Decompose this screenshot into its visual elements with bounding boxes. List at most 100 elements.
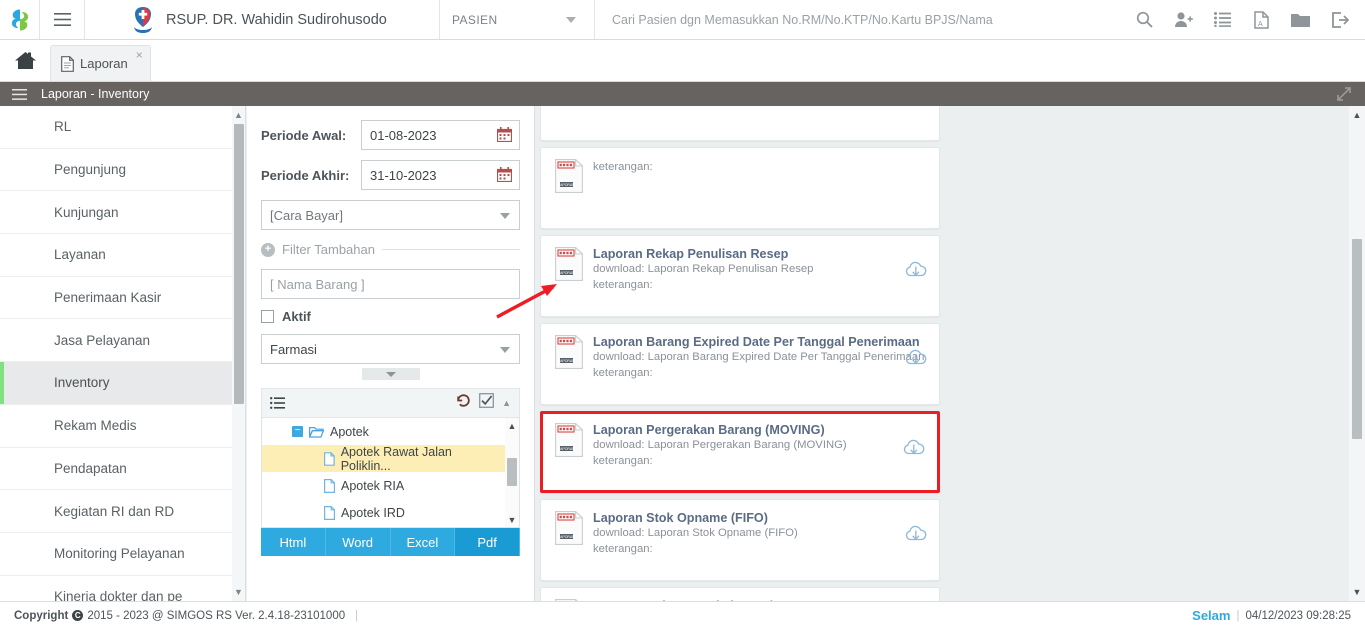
global-search-field[interactable]: Cari Pasien dgn Memasukkan No.RM/No.KTP/… xyxy=(595,0,1125,39)
collapse-filter-toggle[interactable] xyxy=(361,368,420,380)
tree-collapse-icon[interactable]: − xyxy=(292,426,303,437)
download-icon[interactable] xyxy=(905,524,927,549)
aktif-checkbox[interactable] xyxy=(261,310,274,323)
copyright-text: 2015 - 2023 @ SIMGOS RS Ver. 2.4.18-2310… xyxy=(87,609,346,622)
export-button-html[interactable]: Html xyxy=(261,528,326,556)
report-list-scrollbar[interactable]: ▲ ▼ xyxy=(1349,106,1365,601)
periode-akhir-input[interactable]: 31-10-2023 xyxy=(361,160,520,190)
nama-barang-placeholder: [ Nama Barang ] xyxy=(270,276,365,292)
unit-select[interactable]: Farmasi xyxy=(261,334,520,364)
scroll-up-icon[interactable]: ▲ xyxy=(1349,110,1365,120)
report-title: Laporan Rekap Penulisan Resep xyxy=(593,247,789,261)
expand-icon[interactable] xyxy=(1337,87,1351,106)
report-card[interactable]: LAPORANketerangan: xyxy=(540,106,940,141)
report-card[interactable]: LAPORANketerangan: xyxy=(540,147,940,229)
svg-text:LAPORAN: LAPORAN xyxy=(558,535,575,539)
app-logo[interactable] xyxy=(0,0,40,39)
tab-laporan[interactable]: Laporan × xyxy=(50,45,151,81)
folder-icon[interactable] xyxy=(1281,0,1320,40)
scroll-down-icon[interactable]: ▼ xyxy=(232,587,245,597)
aktif-checkbox-row[interactable]: Aktif xyxy=(261,309,520,324)
report-keterangan-label: keterangan: xyxy=(593,543,653,555)
sidebar-toggle-button[interactable] xyxy=(40,0,85,39)
sidebar-menu: RL Pengunjung Kunjungan Layanan Penerimaan K… xyxy=(0,106,232,601)
calendar-icon[interactable] xyxy=(496,167,513,185)
top-navigation-bar: RSUP. DR. Wahidin Sudirohusodo PASIEN Ca… xyxy=(0,0,1365,40)
tab-home[interactable] xyxy=(0,39,50,81)
report-title: Laporan Stok Opname (FIFO) xyxy=(593,511,768,525)
search-scope-label: PASIEN xyxy=(452,12,498,27)
user-greeting[interactable]: Selam xyxy=(1192,608,1230,623)
report-card[interactable]: LAPORAN Laporan Barang Expired Date Per T… xyxy=(540,323,940,405)
report-card[interactable]: LAPORANLaporan Rekap Koreksi Per Alasand… xyxy=(540,587,940,601)
copyright-block: Copyright C 2015 - 2023 @ SIMGOS RS Ver.… xyxy=(14,610,364,622)
cara-bayar-value: [Cara Bayar] xyxy=(270,207,343,223)
periode-akhir-value: 31-10-2023 xyxy=(370,167,437,183)
refresh-icon[interactable] xyxy=(456,393,471,413)
sidebar-item-pengunjung[interactable]: Pengunjung xyxy=(0,149,232,192)
periode-awal-input[interactable]: 01-08-2023 xyxy=(361,120,520,150)
filter-tambahan-header[interactable]: + Filter Tambahan xyxy=(261,242,520,257)
sidebar-item-label: Pengunjung xyxy=(54,162,127,178)
sidebar-item-jasa-pelayanan[interactable]: Jasa Pelayanan xyxy=(0,319,232,363)
tree-list-icon[interactable] xyxy=(270,396,285,410)
scroll-down-icon[interactable]: ▼ xyxy=(505,515,519,525)
export-button-excel[interactable]: Excel xyxy=(390,528,456,556)
scroll-down-icon[interactable]: ▼ xyxy=(1349,587,1365,597)
search-icon[interactable] xyxy=(1125,0,1164,40)
tab-strip: Laporan × xyxy=(0,40,1365,82)
cara-bayar-select[interactable]: [Cara Bayar] xyxy=(261,200,520,230)
sidebar-item-layanan[interactable]: Layanan xyxy=(0,234,232,277)
report-scroll-thumb[interactable] xyxy=(1352,239,1362,439)
sidebar-item-penerimaan-kasir[interactable]: Penerimaan Kasir xyxy=(0,277,232,320)
tree-node[interactable]: − Apotek xyxy=(262,418,519,445)
pdf-file-icon[interactable]: A xyxy=(1242,0,1281,40)
select-all-icon[interactable] xyxy=(479,393,495,413)
export-button-pdf[interactable]: Pdf xyxy=(455,528,520,556)
sidebar-item-rekam-medis[interactable]: Rekam Medis xyxy=(0,405,232,448)
sidebar-scroll-thumb[interactable] xyxy=(234,124,244,404)
scroll-up-icon[interactable]: ▲ xyxy=(505,421,519,431)
sidebar-item-kegiatan-ri-dan-rd[interactable]: Kegiatan RI dan RD xyxy=(0,490,232,533)
periode-akhir-row: Periode Akhir: 31-10-2023 xyxy=(261,160,520,190)
tree-node[interactable]: Apotek Rawat Jalan Poliklin... xyxy=(262,445,519,473)
report-card-highlighted[interactable]: LAPORAN Laporan Pergerakan Barang (MOVING… xyxy=(540,411,940,493)
tree-node[interactable]: Apotek RIA xyxy=(262,472,519,499)
download-icon[interactable] xyxy=(905,260,927,285)
sidebar-item-pendapatan[interactable]: Pendapatan xyxy=(0,448,232,491)
report-card[interactable]: LAPORAN Laporan Stok Opname (FIFO) downloa… xyxy=(540,499,940,581)
logout-icon[interactable] xyxy=(1320,0,1359,40)
divider: | xyxy=(355,609,359,622)
file-icon xyxy=(324,505,335,520)
page-subheader: Laporan - Inventory xyxy=(0,82,1365,106)
nama-barang-input[interactable]: [ Nama Barang ] xyxy=(261,269,520,299)
close-icon[interactable]: × xyxy=(136,49,143,61)
sidebar-item-label: Pendapatan xyxy=(54,460,127,476)
sidebar-item-inventory[interactable]: Inventory xyxy=(0,362,232,405)
search-scope-dropdown[interactable]: PASIEN xyxy=(440,0,595,39)
scroll-up-icon[interactable]: ▲ xyxy=(232,110,245,120)
sidebar-item-kinerja-dokter-dan-pe[interactable]: Kinerja dokter dan pe xyxy=(0,576,232,601)
document-icon xyxy=(61,55,74,72)
sidebar-item-rl[interactable]: RL xyxy=(0,106,232,149)
menu-bars-icon[interactable] xyxy=(12,88,27,100)
divider: | xyxy=(1236,609,1240,622)
download-icon[interactable] xyxy=(903,438,925,463)
calendar-icon[interactable] xyxy=(496,127,513,145)
download-icon[interactable] xyxy=(905,348,927,373)
export-button-word[interactable]: Word xyxy=(325,528,391,556)
plus-icon: + xyxy=(261,242,275,257)
sidebar-scrollbar[interactable]: ▲ ▼ xyxy=(232,106,246,601)
report-card[interactable]: LAPORAN Laporan Rekap Penulisan Resep down… xyxy=(540,235,940,317)
tree-scroll-thumb[interactable] xyxy=(507,458,517,486)
list-icon[interactable] xyxy=(1203,0,1242,40)
collapse-tree-icon[interactable]: ▲ xyxy=(502,398,511,408)
sidebar-item-kunjungan[interactable]: Kunjungan xyxy=(0,191,232,235)
tree-scrollbar[interactable]: ▲ ▼ xyxy=(505,418,519,527)
report-document-icon: LAPORAN xyxy=(555,159,583,193)
hospital-name: RSUP. DR. Wahidin Sudirohusodo xyxy=(166,11,387,28)
app-logo-icon xyxy=(11,8,28,31)
add-user-icon[interactable] xyxy=(1164,0,1203,40)
tree-node[interactable]: Apotek IRD xyxy=(262,499,519,526)
sidebar-item-monitoring-pelayanan[interactable]: Monitoring Pelayanan xyxy=(0,533,232,576)
